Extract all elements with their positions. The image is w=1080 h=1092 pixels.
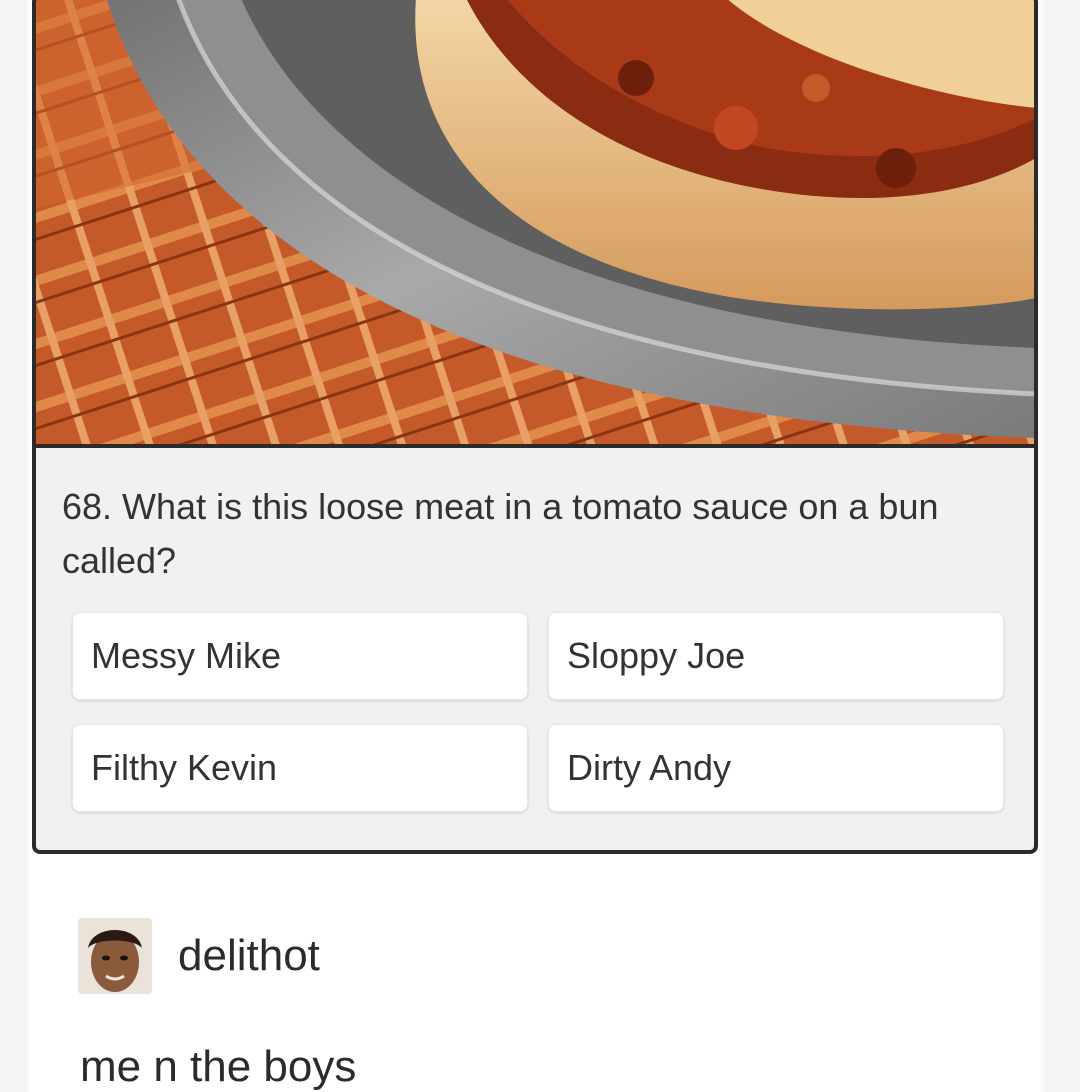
answer-option-filthy-kevin[interactable]: Filthy Kevin (72, 724, 528, 812)
answer-option-messy-mike[interactable]: Messy Mike (72, 612, 528, 700)
answer-option-sloppy-joe[interactable]: Sloppy Joe (548, 612, 1004, 700)
photo-divider (36, 444, 1034, 448)
avatar[interactable] (78, 918, 152, 994)
post: delithot me n the boys (30, 862, 1040, 1092)
username[interactable]: delithot (178, 931, 320, 981)
screenshot-page: 68. What is this loose meat in a tomato … (0, 0, 1080, 1092)
post-text: me n the boys (80, 1042, 357, 1091)
answer-grid: Messy Mike Sloppy Joe Filthy Kevin Dirty… (72, 612, 1004, 812)
quiz-card: 68. What is this loose meat in a tomato … (32, 0, 1038, 854)
post-header: delithot (78, 918, 320, 994)
answer-option-dirty-andy[interactable]: Dirty Andy (548, 724, 1004, 812)
sloppy-joe-photo (36, 0, 1034, 444)
quiz-question: 68. What is this loose meat in a tomato … (62, 486, 939, 581)
